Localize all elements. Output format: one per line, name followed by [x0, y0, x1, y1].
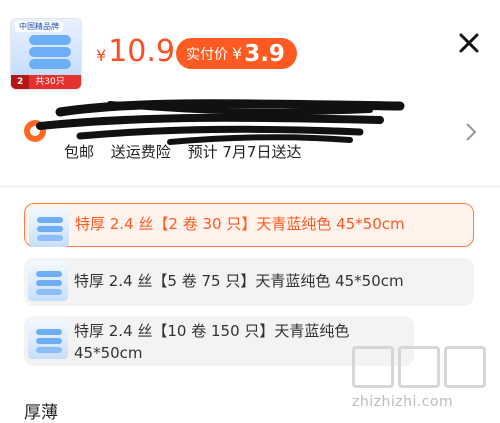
- chevron-right-icon[interactable]: [465, 122, 477, 142]
- watermark-logo-glyph: [352, 346, 394, 388]
- actual-price-label: 实付价: [186, 46, 228, 63]
- option-label: 特厚 2.4 丝【2 卷 30 只】天青蓝纯色 45*50cm: [75, 215, 405, 233]
- option-label: 特厚 2.4 丝【5 卷 75 只】天青蓝纯色 45*50cm: [74, 272, 404, 290]
- badge-text: 共30只: [35, 77, 65, 87]
- price-symbol: ¥: [96, 46, 107, 65]
- estimated-delivery: 预计 7月7日送达: [187, 143, 302, 161]
- thumbnail-tag: 中国精品牌: [15, 21, 63, 32]
- option-thumbnail: [29, 207, 69, 247]
- price: ¥ 10.9: [96, 34, 175, 69]
- roll-graphic: [29, 35, 71, 45]
- roll-graphic: [29, 59, 71, 69]
- thumbnail-badge: 2 共30只: [11, 75, 81, 89]
- watermark-text: zhizhizhi.com: [352, 394, 454, 410]
- section-title-thickness: 厚薄: [24, 403, 58, 423]
- roll-graphic: [29, 47, 71, 57]
- product-thumbnail[interactable]: 中国精品牌 2 共30只: [10, 18, 82, 90]
- close-icon[interactable]: [458, 32, 480, 54]
- actual-price-value: 3.9: [244, 40, 285, 67]
- option-thumbnail: [28, 319, 68, 359]
- price-value: 10.9: [108, 34, 175, 69]
- option-thumbnail: [28, 261, 68, 301]
- sku-option-2-rolls[interactable]: 特厚 2.4 丝【2 卷 30 只】天青蓝纯色 45*50cm: [24, 203, 474, 247]
- badge-count: 2: [11, 75, 30, 89]
- shipping-info: 包邮 送运费险 预计 7月7日送达: [64, 141, 313, 162]
- sku-option-5-rolls[interactable]: 特厚 2.4 丝【5 卷 75 只】天青蓝纯色 45*50cm: [24, 258, 474, 306]
- actual-price-symbol: ¥: [232, 44, 243, 63]
- divider: [0, 186, 500, 187]
- free-shipping: 包邮: [64, 143, 95, 161]
- actual-price-pill: 实付价 ¥ 3.9: [176, 38, 297, 69]
- shipping-insurance: 送运费险: [110, 143, 171, 161]
- watermark-logo-glyph: [444, 346, 486, 388]
- watermark-logo-glyph: [398, 346, 440, 388]
